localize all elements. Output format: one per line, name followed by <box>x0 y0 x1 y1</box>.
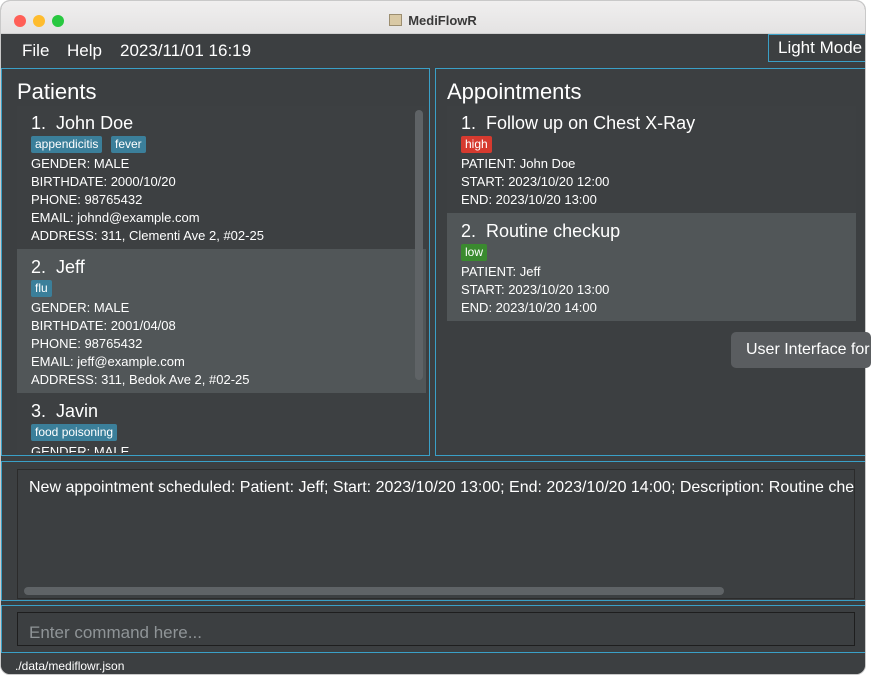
light-mode-button[interactable]: Light Mode <box>768 34 865 62</box>
patient-address: ADDRESS: 311, Clementi Ave 2, #02-25 <box>31 228 264 243</box>
appointment-end: END: 2023/10/20 13:00 <box>461 192 597 207</box>
app-icon <box>389 14 403 26</box>
patient-name: 3. Javin <box>31 401 99 421</box>
patient-tag: fever <box>111 136 146 153</box>
patient-email: EMAIL: johnd@example.com <box>31 210 200 225</box>
patient-phone: PHONE: 98765432 <box>31 192 143 207</box>
appointment-title: 2. Routine checkup <box>461 221 621 241</box>
patient-card[interactable]: 1. John Doe appendicitis fever GENDER: M… <box>17 106 426 249</box>
current-datetime: 2023/11/01 16:19 <box>120 41 252 60</box>
patient-gender: GENDER: MALE <box>31 300 130 315</box>
appointments-panel: Appointments 1. Follow up on Chest X-Ray… <box>435 68 865 456</box>
appointment-end: END: 2023/10/20 14:00 <box>461 300 597 315</box>
patient-gender: GENDER: MALE <box>31 156 130 171</box>
priority-badge: low <box>461 244 488 261</box>
patient-birthdate: BIRTHDATE: 2001/04/08 <box>31 318 176 333</box>
result-scrollbar[interactable] <box>24 587 724 595</box>
command-input[interactable] <box>17 612 855 646</box>
menu-help[interactable]: Help <box>67 41 102 61</box>
title-bar: MediFlowR <box>1 1 865 34</box>
patient-tag: flu <box>31 280 52 297</box>
patient-name: 2. Jeff <box>31 257 85 277</box>
appointment-card[interactable]: 1. Follow up on Chest X-Ray high PATIENT… <box>447 106 856 213</box>
patient-phone: PHONE: 98765432 <box>31 336 143 351</box>
result-display[interactable]: New appointment scheduled: Patient: Jeff… <box>17 469 855 599</box>
patient-list[interactable]: 1. John Doe appendicitis fever GENDER: M… <box>17 106 426 453</box>
menu-bar: File Help 2023/11/01 16:19 Light Mode <box>1 34 865 66</box>
patient-tag: food poisoning <box>31 424 118 441</box>
patient-tag: appendicitis <box>31 136 103 153</box>
patient-birthdate: BIRTHDATE: 2000/10/20 <box>31 174 176 189</box>
patient-card[interactable]: 3. Javin food poisoning GENDER: MALE <box>17 393 426 453</box>
data-file-path: ./data/mediflowr.json <box>15 659 125 673</box>
result-message: New appointment scheduled: Patient: Jeff… <box>29 479 855 496</box>
window-title-wrap: MediFlowR <box>1 13 865 28</box>
appointment-patient: PATIENT: Jeff <box>461 264 541 279</box>
appointment-start: START: 2023/10/20 13:00 <box>461 282 610 297</box>
window-title: MediFlowR <box>408 13 477 28</box>
patient-list-scrollbar[interactable] <box>415 110 423 380</box>
patient-email: EMAIL: jeff@example.com <box>31 354 185 369</box>
appointment-title: 1. Follow up on Chest X-Ray <box>461 113 696 133</box>
appointment-start: START: 2023/10/20 12:00 <box>461 174 610 189</box>
appointment-list[interactable]: 1. Follow up on Chest X-Ray high PATIENT… <box>447 106 856 322</box>
patient-address: ADDRESS: 311, Bedok Ave 2, #02-25 <box>31 372 250 387</box>
appointment-card[interactable]: 2. Routine checkup low PATIENT: Jeff STA… <box>447 213 856 321</box>
priority-badge: high <box>461 136 492 153</box>
appointment-patient: PATIENT: John Doe <box>461 156 576 171</box>
menu-file[interactable]: File <box>22 41 49 61</box>
tooltip: User Interface for <box>731 332 871 368</box>
appointments-title: Appointments <box>447 79 582 104</box>
patient-card[interactable]: 2. Jeff flu GENDER: MALE BIRTHDATE: 2001… <box>17 249 426 393</box>
patient-gender: GENDER: MALE <box>31 444 130 453</box>
patients-panel: Patients 1. John Doe appendicitis fever … <box>1 68 430 456</box>
patient-name: 1. John Doe <box>31 113 134 133</box>
status-bar: ./data/mediflowr.json <box>1 656 865 674</box>
patients-title: Patients <box>17 79 97 104</box>
